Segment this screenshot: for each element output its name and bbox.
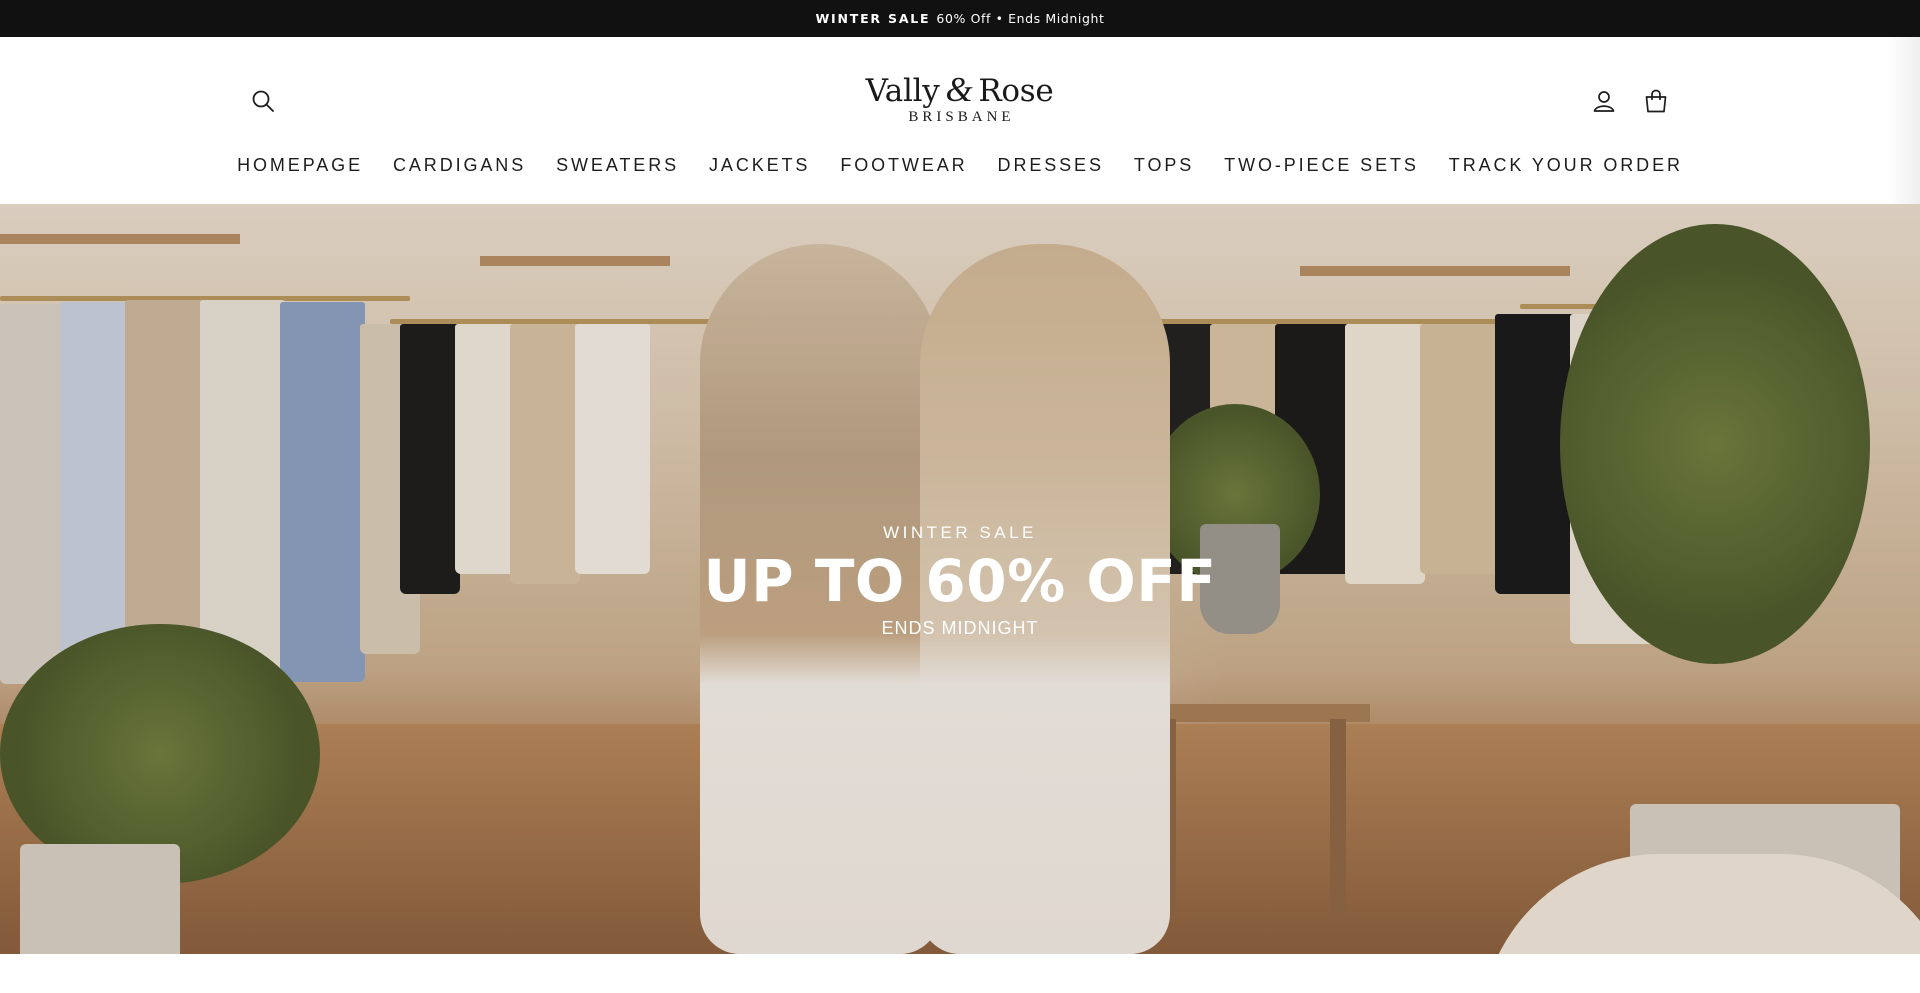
nav-item-track-your-order[interactable]: TRACK YOUR ORDER (1434, 151, 1698, 180)
main-navigation: HOMEPAGE CARDIGANS SWEATERS JACKETS FOOT… (0, 150, 1920, 180)
store-logo[interactable]: Vally & Rose BRISBANE (862, 70, 1057, 136)
logo-ampersand: & (945, 70, 973, 109)
hero-subtitle: ENDS MIDNIGHT (881, 618, 1039, 638)
hero-text-block: WINTER SALE UP TO 60% OFF ENDS MIDNIGHT (0, 520, 1920, 640)
search-icon (252, 90, 274, 112)
cart-button[interactable] (1638, 83, 1674, 119)
nav-item-two-piece-sets[interactable]: TWO-PIECE SETS (1209, 151, 1434, 180)
nav-item-homepage[interactable]: HOMEPAGE (222, 151, 378, 180)
logo-location: BRISBANE (908, 109, 1015, 125)
announcement-text: 60% Off • Ends Midnight (936, 11, 1105, 26)
nav-item-jackets[interactable]: JACKETS (694, 151, 825, 180)
logo-word-vally: Vally (865, 73, 940, 109)
nav-item-dresses[interactable]: DRESSES (983, 151, 1119, 180)
hero-title: UP TO 60% OFF (703, 547, 1217, 615)
nav-item-cardigans[interactable]: CARDIGANS (378, 151, 541, 180)
user-icon (1593, 91, 1615, 112)
hero-kicker: WINTER SALE (883, 523, 1037, 542)
announcement-bar: WINTER SALE 60% Off • Ends Midnight (0, 0, 1920, 37)
logo-word-rose: Rose (978, 73, 1054, 109)
shopping-bag-icon (1645, 89, 1667, 113)
announcement-highlight: WINTER SALE (815, 11, 931, 26)
logo-wordmark: Vally & Rose (866, 70, 1054, 111)
nav-item-sweaters[interactable]: SWEATERS (541, 151, 694, 180)
nav-item-footwear[interactable]: FOOTWEAR (825, 151, 982, 180)
hero-banner[interactable]: WINTER SALE UP TO 60% OFF ENDS MIDNIGHT (0, 204, 1920, 954)
search-button[interactable] (245, 83, 281, 119)
nav-item-tops[interactable]: TOPS (1119, 151, 1209, 180)
account-button[interactable] (1586, 83, 1622, 119)
page-content-start (0, 954, 1920, 993)
